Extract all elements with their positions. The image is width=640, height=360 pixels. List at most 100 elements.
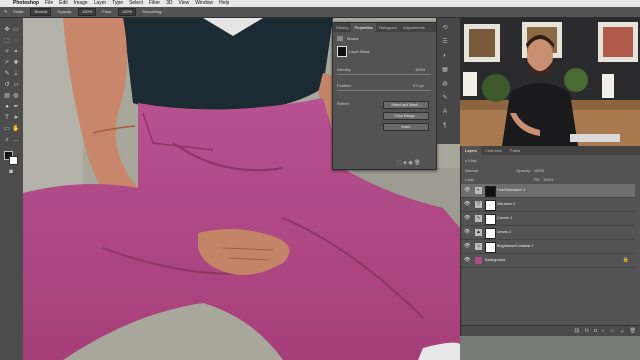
crop-tool-icon[interactable]: ⌗ [12, 48, 20, 56]
menu-edit[interactable]: Edit [56, 0, 71, 7]
mode-select[interactable]: Normal [30, 8, 52, 16]
layer-mask-thumbnail[interactable] [485, 242, 496, 253]
visibility-eye-icon[interactable]: 👁 [464, 257, 470, 264]
density-value[interactable]: 100% [415, 67, 425, 72]
opacity-field[interactable]: 100% [78, 8, 97, 16]
menu-select[interactable]: Select [126, 0, 146, 7]
layer-row-hue-saturation[interactable]: 👁 ◐ Hue/Saturation 1 [461, 184, 635, 198]
menu-app[interactable]: Photoshop [10, 0, 42, 7]
more-tools-icon[interactable]: … [12, 136, 20, 144]
pixel-mask-icon[interactable] [337, 36, 343, 41]
menu-filter[interactable]: Filter [146, 0, 163, 7]
tab-channels[interactable]: Channels [481, 146, 506, 155]
tab-histogram[interactable]: Histogram [376, 23, 400, 32]
new-layer-icon[interactable]: ＋ [620, 328, 625, 335]
brush-icon[interactable]: ✎ [4, 7, 7, 17]
layer-row-vibrance[interactable]: 👁 ▽ Vibrance 1 [461, 198, 635, 212]
layer-row-brightness-contrast[interactable]: 👁 ☼ Brightness/Contrast 1 [461, 240, 635, 254]
gradient-tool-icon[interactable]: ▤ [3, 92, 11, 100]
layer-filter-kind[interactable]: Kind [468, 158, 476, 163]
quick-select-tool-icon[interactable]: ✧ [3, 48, 11, 56]
brushes-panel-icon[interactable]: ✎ [441, 94, 449, 102]
properties-panel: History Properties Histogram Adjustments… [332, 22, 437, 170]
menu-3d[interactable]: 3D [163, 0, 175, 7]
select-and-mask-button[interactable]: Select and Mask... [383, 101, 429, 109]
brush-tool-icon[interactable]: ✎ [3, 70, 11, 78]
delete-mask-icon[interactable]: 🗑 [414, 160, 420, 166]
lasso-tool-icon[interactable]: ◌ [12, 37, 20, 45]
load-selection-icon[interactable]: ⬚ [397, 160, 402, 166]
tab-adjustments[interactable]: Adjustments [400, 23, 428, 32]
layer-row-levels[interactable]: 👁 ▲ Levels 1 [461, 226, 635, 240]
menu-view[interactable]: View [176, 0, 193, 7]
tab-layers[interactable]: Layers [461, 146, 482, 155]
menu-layer[interactable]: Layer [91, 0, 110, 7]
move-tool-icon[interactable]: ✥ [3, 26, 11, 34]
add-mask-icon[interactable]: ◘ [594, 328, 597, 334]
eraser-tool-icon[interactable]: ▱ [12, 81, 20, 89]
paragraph-panel-icon[interactable]: ¶ [441, 122, 449, 130]
stamp-tool-icon[interactable]: ⊥ [12, 70, 20, 78]
layer-row-background[interactable]: 👁 Background 🔒 [461, 254, 635, 268]
toggle-mask-icon[interactable]: ◉ [408, 160, 412, 166]
blur-tool-icon[interactable]: ◍ [12, 92, 20, 100]
tab-history[interactable]: History [333, 23, 351, 32]
menu-help[interactable]: Help [216, 0, 232, 7]
swatches-panel-icon[interactable]: ▦ [441, 66, 449, 74]
menu-image[interactable]: Image [71, 0, 91, 7]
visibility-eye-icon[interactable]: 👁 [464, 243, 470, 250]
background-color-swatch[interactable] [9, 156, 18, 165]
feather-slider[interactable] [337, 90, 431, 91]
healing-tool-icon[interactable]: ✚ [12, 59, 20, 67]
tab-properties[interactable]: Properties [351, 23, 376, 32]
color-range-button[interactable]: Color Range... [383, 112, 429, 120]
feather-value[interactable]: 0.0 px [413, 83, 424, 88]
pen-tool-icon[interactable]: ✒ [12, 103, 20, 111]
density-slider[interactable] [337, 74, 431, 75]
history-brush-tool-icon[interactable]: ↺ [3, 81, 11, 89]
apply-mask-icon[interactable]: ◈ [403, 160, 407, 166]
layer-mask-thumbnail[interactable] [485, 228, 496, 239]
new-group-icon[interactable]: ▭ [610, 328, 615, 334]
properties-panel-icon[interactable]: ☰ [441, 38, 449, 46]
visibility-eye-icon[interactable]: 👁 [464, 201, 470, 208]
tab-paths[interactable]: Paths [506, 146, 524, 155]
path-select-tool-icon[interactable]: ➤ [12, 114, 20, 122]
character-panel-icon[interactable]: A [441, 108, 449, 116]
filter-search-icon[interactable]: ⌕ [465, 158, 467, 163]
invert-button[interactable]: Invert [383, 123, 429, 131]
layer-mask-thumbnail[interactable] [485, 200, 496, 211]
type-tool-icon[interactable]: T [3, 114, 11, 122]
adjustments-panel-icon[interactable]: ◐ [441, 52, 449, 60]
new-adjustment-icon[interactable]: ◐ [602, 328, 605, 334]
eyedropper-tool-icon[interactable]: ⌿ [3, 59, 11, 67]
menu-type[interactable]: Type [109, 0, 126, 7]
history-panel-icon[interactable]: ⟲ [441, 24, 449, 32]
layer-style-icon[interactable]: fx [585, 328, 589, 334]
menu-window[interactable]: Window [192, 0, 216, 7]
fill-value[interactable]: 100% [543, 177, 553, 182]
dodge-tool-icon[interactable]: ● [3, 103, 11, 111]
blend-mode-select[interactable]: Normal [465, 166, 505, 175]
visibility-eye-icon[interactable]: 👁 [464, 187, 470, 194]
color-panel-icon[interactable]: ◍ [441, 80, 449, 88]
quick-mask-icon[interactable]: ◙ [7, 168, 15, 176]
menu-file[interactable]: File [42, 0, 56, 7]
artboard-tool-icon[interactable]: ▭ [12, 26, 20, 34]
lock-icon[interactable]: 🔒 [623, 257, 629, 263]
flow-field[interactable]: 100% [117, 8, 137, 16]
hand-tool-icon[interactable]: ✋ [12, 125, 20, 133]
layer-mask-thumbnail[interactable] [485, 214, 496, 225]
marquee-tool-icon[interactable]: ⬚ [3, 37, 11, 45]
shape-tool-icon[interactable]: ▭ [3, 125, 11, 133]
delete-layer-icon[interactable]: 🗑 [630, 328, 636, 334]
layer-row-curves[interactable]: 👁 ∿ Curves 1 [461, 212, 635, 226]
zoom-tool-icon[interactable]: ⌕ [3, 136, 11, 144]
visibility-eye-icon[interactable]: 👁 [464, 229, 470, 236]
layer-mask-thumbnail[interactable] [485, 186, 496, 197]
link-layers-icon[interactable]: ⛓ [574, 328, 580, 334]
density-label: Density: [337, 67, 352, 72]
visibility-eye-icon[interactable]: 👁 [464, 215, 470, 222]
layer-mask-thumbnail[interactable] [337, 46, 347, 57]
layer-opacity-value[interactable]: 100% [534, 168, 544, 173]
